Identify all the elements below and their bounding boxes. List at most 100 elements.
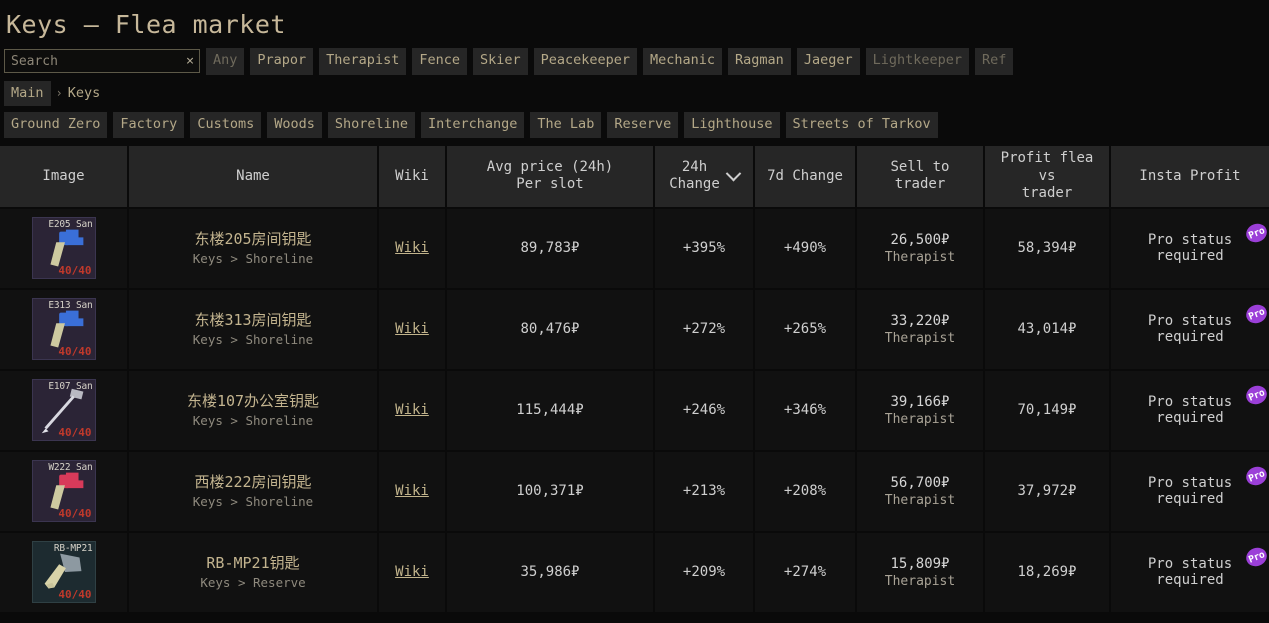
- pro-badge-icon[interactable]: Pro: [1243, 302, 1269, 327]
- table-row[interactable]: E313 San40/40 东楼313房间钥匙Keys > Shoreline Wi…: [0, 289, 1269, 370]
- column-header-name: Name: [128, 146, 378, 208]
- pro-badge-icon[interactable]: Pro: [1243, 221, 1269, 246]
- trader-chip-any[interactable]: Any: [206, 48, 244, 75]
- item-name[interactable]: 西楼222房间钥匙: [135, 473, 371, 493]
- item-icon[interactable]: E205 San40/40: [32, 217, 96, 279]
- item-icon[interactable]: W222 San40/40: [32, 460, 96, 522]
- wiki-link[interactable]: Wiki: [395, 483, 429, 499]
- map-chip-customs[interactable]: Customs: [190, 112, 261, 139]
- cell-avg-price: 80,476₽: [446, 289, 654, 370]
- trader-chip-skier[interactable]: Skier: [473, 48, 528, 75]
- item-icon-label: E313 San: [33, 300, 93, 311]
- cell-name[interactable]: 东楼205房间钥匙Keys > Shoreline: [128, 208, 378, 289]
- chevron-down-icon[interactable]: [726, 166, 742, 182]
- item-category: Keys > Shoreline: [135, 494, 371, 509]
- cell-image[interactable]: E205 San40/40: [0, 208, 128, 289]
- cell-wiki[interactable]: Wiki: [378, 451, 446, 532]
- cell-image[interactable]: RB-MP2140/40: [0, 532, 128, 613]
- trader-price: 26,500₽: [863, 231, 977, 250]
- cell-insta-profit[interactable]: Pro status required Pro: [1110, 532, 1269, 613]
- item-name[interactable]: 东楼313房间钥匙: [135, 311, 371, 331]
- trader-chip-therapist[interactable]: Therapist: [319, 48, 406, 75]
- item-name[interactable]: 东楼205房间钥匙: [135, 230, 371, 250]
- cell-insta-profit[interactable]: Pro status requiredPro: [1110, 208, 1269, 289]
- cell-image[interactable]: W222 San40/40: [0, 451, 128, 532]
- column-header-change_24h[interactable]: 24hChange: [654, 146, 754, 208]
- item-name[interactable]: RB-MP21钥匙: [135, 554, 371, 574]
- column-header-line1: Sell to trader: [863, 159, 977, 194]
- trader-name: Therapist: [863, 493, 977, 508]
- cell-insta-profit[interactable]: Pro status requiredPro: [1110, 370, 1269, 451]
- table-row[interactable]: RB-MP2140/40 RB-MP21钥匙Keys > Reserve Wiki 3…: [0, 532, 1269, 613]
- column-header-insta_profit: Insta Profit: [1110, 146, 1269, 208]
- trader-chip-fence[interactable]: Fence: [412, 48, 467, 75]
- column-header-change_7d: 7d Change: [754, 146, 856, 208]
- cell-name[interactable]: 东楼107办公室钥匙Keys > Shoreline: [128, 370, 378, 451]
- trader-chip-ragman[interactable]: Ragman: [728, 48, 791, 75]
- pro-badge-icon[interactable]: Pro: [1243, 464, 1269, 489]
- column-header-line1: 7d Change: [761, 168, 849, 186]
- map-chip-woods[interactable]: Woods: [267, 112, 322, 139]
- trader-filter-row: ✕ AnyPraporTherapistFenceSkierPeacekeepe…: [0, 46, 1269, 77]
- column-header-line1: Name: [135, 168, 371, 186]
- cell-image[interactable]: E313 San40/40: [0, 289, 128, 370]
- item-icon-count: 40/40: [58, 426, 91, 439]
- cell-sell-to-trader: 26,500₽Therapist: [856, 208, 984, 289]
- item-name[interactable]: 东楼107办公室钥匙: [135, 392, 371, 412]
- wiki-link[interactable]: Wiki: [395, 564, 429, 580]
- table-row[interactable]: W222 San40/40 西楼222房间钥匙Keys > Shoreline Wi…: [0, 451, 1269, 532]
- map-chip-factory[interactable]: Factory: [113, 112, 184, 139]
- item-category: Keys > Shoreline: [135, 251, 371, 266]
- pro-badge-icon[interactable]: Pro: [1243, 383, 1269, 408]
- item-icon[interactable]: RB-MP2140/40: [32, 541, 96, 603]
- cell-wiki[interactable]: Wiki: [378, 208, 446, 289]
- table-row[interactable]: E107 San40/40 东楼107办公室钥匙Keys > Shoreline W…: [0, 370, 1269, 451]
- column-header-line1: Profit flea vs: [991, 150, 1103, 185]
- column-header-profit_flea_vs_trader: Profit flea vstrader: [984, 146, 1110, 208]
- map-chip-the-lab[interactable]: The Lab: [530, 112, 601, 139]
- cell-avg-price: 35,986₽: [446, 532, 654, 613]
- cell-wiki[interactable]: Wiki: [378, 370, 446, 451]
- breadcrumb-root[interactable]: Main: [4, 81, 51, 106]
- cell-profit-flea-vs-trader: 58,394₽: [984, 208, 1110, 289]
- cell-image[interactable]: E107 San40/40: [0, 370, 128, 451]
- wiki-link[interactable]: Wiki: [395, 402, 429, 418]
- trader-name: Therapist: [863, 331, 977, 346]
- breadcrumb-separator: ›: [56, 86, 63, 100]
- wiki-link[interactable]: Wiki: [395, 321, 429, 337]
- item-icon[interactable]: E313 San40/40: [32, 298, 96, 360]
- cell-name[interactable]: RB-MP21钥匙Keys > Reserve: [128, 532, 378, 613]
- trader-chip-ref[interactable]: Ref: [975, 48, 1013, 75]
- item-icon-count: 40/40: [58, 507, 91, 520]
- map-chip-ground-zero[interactable]: Ground Zero: [4, 112, 107, 139]
- cell-insta-profit[interactable]: Pro status requiredPro: [1110, 451, 1269, 532]
- search-input[interactable]: [5, 50, 199, 72]
- item-icon[interactable]: E107 San40/40: [32, 379, 96, 441]
- insta-profit-label: Pro status required: [1148, 313, 1232, 345]
- trader-chip-prapor[interactable]: Prapor: [250, 48, 313, 75]
- cell-wiki[interactable]: Wiki: [378, 532, 446, 613]
- trader-chip-mechanic[interactable]: Mechanic: [643, 48, 722, 75]
- map-chip-streets-of-tarkov[interactable]: Streets of Tarkov: [786, 112, 938, 139]
- table-row[interactable]: E205 San40/40 东楼205房间钥匙Keys > Shoreline Wi…: [0, 208, 1269, 289]
- item-icon-count: 40/40: [58, 588, 91, 601]
- map-chip-lighthouse[interactable]: Lighthouse: [684, 112, 779, 139]
- cell-insta-profit[interactable]: Pro status required Pro: [1110, 289, 1269, 370]
- cell-profit-flea-vs-trader: 70,149₽: [984, 370, 1110, 451]
- insta-profit-label: Pro status required: [1148, 556, 1232, 588]
- search-input-wrapper[interactable]: ✕: [4, 49, 200, 73]
- cell-wiki[interactable]: Wiki: [378, 289, 446, 370]
- cell-name[interactable]: 西楼222房间钥匙Keys > Shoreline: [128, 451, 378, 532]
- cell-change-7d: +274%: [754, 532, 856, 613]
- close-icon[interactable]: ✕: [186, 55, 194, 68]
- trader-chip-jaeger[interactable]: Jaeger: [797, 48, 860, 75]
- pro-badge-icon[interactable]: Pro: [1243, 545, 1269, 570]
- trader-chip-peacekeeper[interactable]: Peacekeeper: [534, 48, 637, 75]
- trader-chip-lightkeeper[interactable]: Lightkeeper: [866, 48, 969, 75]
- cell-name[interactable]: 东楼313房间钥匙Keys > Shoreline: [128, 289, 378, 370]
- map-chip-reserve[interactable]: Reserve: [607, 112, 678, 139]
- wiki-link[interactable]: Wiki: [395, 240, 429, 256]
- map-chip-interchange[interactable]: Interchange: [421, 112, 524, 139]
- map-chip-shoreline[interactable]: Shoreline: [328, 112, 415, 139]
- column-header-image: Image: [0, 146, 128, 208]
